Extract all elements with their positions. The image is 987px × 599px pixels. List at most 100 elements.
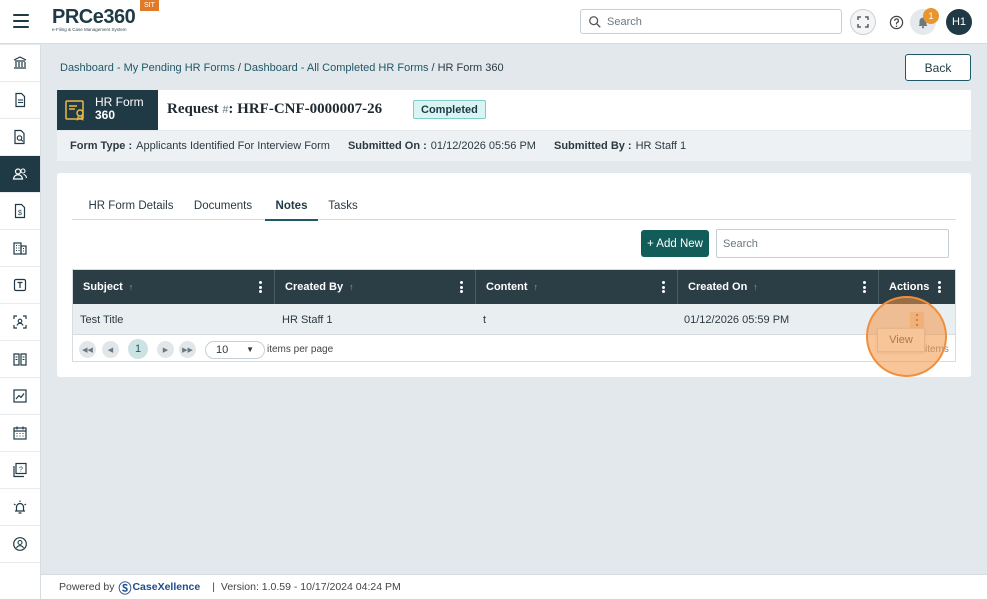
version-info: Version: 1.0.59 - 10/17/2024 04:24 PM: [220, 581, 401, 593]
request-prefix: Request: [167, 101, 219, 117]
table-row[interactable]: Test Title HR Staff 1 t 01/12/2026 05:59…: [73, 304, 955, 335]
form-type-value: Applicants Identified For Interview Form: [136, 140, 330, 152]
breadcrumb-link-pending[interactable]: Dashboard - My Pending HR Forms: [60, 62, 235, 74]
column-menu-icon[interactable]: [460, 281, 463, 293]
sort-arrow-icon: ↑: [753, 282, 758, 292]
sort-arrow-icon: ↑: [349, 282, 354, 292]
brand-name: CaseXellence: [132, 581, 201, 593]
column-title: Actions: [889, 281, 930, 293]
column-menu-icon[interactable]: [863, 281, 866, 293]
column-header-subject[interactable]: Subject ↑: [73, 270, 275, 304]
column-title: Subject: [83, 281, 123, 293]
alarm-icon: [13, 500, 27, 514]
sidebar-item-fees[interactable]: $: [0, 193, 40, 230]
notes-search: [716, 229, 949, 258]
column-menu-icon[interactable]: [662, 281, 665, 293]
tab-notes[interactable]: Notes: [265, 192, 318, 221]
sidebar-item-reports[interactable]: [0, 378, 40, 415]
submitted-by-label: Submitted By :: [553, 140, 632, 152]
caret-down-icon: ▼: [246, 345, 254, 354]
help-icon: [889, 15, 903, 29]
column-title: Created By: [285, 281, 344, 293]
search-icon: [589, 16, 601, 28]
users-icon: [12, 168, 28, 180]
add-new-note-button[interactable]: + Add New: [641, 230, 709, 257]
page-number-button[interactable]: 1: [128, 339, 148, 359]
fullscreen-icon: [857, 16, 869, 28]
breadcrumb-link-completed[interactable]: Dashboard - All Completed HR Forms: [244, 62, 429, 74]
invoice-dollar-icon: $: [14, 203, 26, 219]
sidebar-item-templates[interactable]: [0, 267, 40, 304]
menu-icon[interactable]: [13, 14, 29, 28]
row-actions-menu-icon[interactable]: [910, 312, 924, 328]
top-bar: PRCe360 e-Filing & Case Management Syste…: [0, 0, 987, 44]
column-header-actions: Actions: [879, 270, 955, 304]
chart-line-icon: [13, 389, 27, 403]
breadcrumb: Dashboard - My Pending HR Forms / Dashboar…: [60, 62, 504, 74]
global-search-input[interactable]: [607, 12, 837, 31]
submitted-on-value: 01/12/2026 05:56 PM: [430, 140, 536, 152]
logo-subtitle: e-Filing & Case Management System: [52, 27, 127, 32]
column-menu-icon[interactable]: [259, 281, 262, 293]
tab-documents[interactable]: Documents: [186, 192, 260, 220]
sidebar-item-alerts[interactable]: [0, 489, 40, 526]
grid-header: Subject ↑ Created By ↑ Content ↑ Created On…: [73, 270, 955, 304]
page-size-value: 10: [216, 344, 229, 356]
document-search-icon: [14, 129, 25, 145]
scan-user-icon: [13, 315, 27, 329]
courthouse-icon: [13, 56, 27, 69]
submitted-by-value: HR Staff 1: [635, 140, 687, 152]
sort-arrow-icon: ↑: [533, 282, 539, 292]
sidebar-item-organizations[interactable]: [0, 230, 40, 267]
last-page-button[interactable]: ▶▶: [179, 341, 196, 358]
sidebar-item-scan[interactable]: [0, 304, 40, 341]
first-page-button[interactable]: ◀◀: [79, 341, 96, 358]
cell-created-on: 01/12/2026 05:59 PM: [684, 313, 790, 326]
row-menu-view-option[interactable]: View: [877, 328, 925, 352]
column-title: Created On: [688, 281, 748, 293]
fullscreen-button[interactable]: [850, 9, 876, 35]
sidebar-item-library[interactable]: [0, 341, 40, 378]
tab-hr-form-details[interactable]: HR Form Details: [84, 192, 178, 220]
request-hash: #: [222, 102, 229, 116]
submitted-on-label: Submitted On :: [347, 140, 427, 152]
request-number: Request #: HRF-CNF-0000007-26: [167, 101, 383, 117]
certificate-icon: [65, 100, 84, 121]
status-badge: Completed: [413, 100, 486, 119]
column-header-content[interactable]: Content ↑: [476, 270, 678, 304]
tab-tasks[interactable]: Tasks: [323, 192, 363, 220]
sidebar-item-documents[interactable]: [0, 82, 40, 119]
page-size-select[interactable]: 10 ▼: [205, 341, 265, 359]
request-info-bar: Form Type : Applicants Identified For Int…: [57, 131, 971, 161]
column-menu-icon[interactable]: [938, 281, 941, 293]
footer-separator: |: [212, 581, 215, 593]
global-search: [580, 9, 842, 34]
notes-search-input[interactable]: [723, 235, 943, 252]
sidebar-item-profile[interactable]: [0, 526, 40, 563]
request-id: HRF-CNF-0000007-26: [237, 101, 383, 117]
book-icon: [13, 353, 27, 366]
request-header: HR Form 360 Request #: HRF-CNF-0000007-2…: [57, 90, 971, 130]
prev-page-button[interactable]: ◀: [102, 341, 119, 358]
help-button[interactable]: [883, 9, 909, 35]
svg-text:?: ?: [19, 467, 23, 474]
sidebar-item-hr[interactable]: [0, 156, 40, 193]
back-button[interactable]: Back: [905, 54, 971, 81]
sidebar-item-calendar[interactable]: [0, 415, 40, 452]
text-box-icon: [13, 278, 27, 292]
next-page-button[interactable]: ▶: [157, 341, 174, 358]
breadcrumb-separator: /: [431, 62, 435, 74]
sidebar-item-faq[interactable]: ?: [0, 452, 40, 489]
sidebar-item-court[interactable]: [0, 45, 40, 82]
environment-badge: SIT: [140, 0, 159, 11]
pager: ◀◀ ◀ 1 ▶ ▶▶ 10 ▼ items per page items: [73, 335, 955, 361]
brand-logo: Ⓢ CaseXellence: [118, 578, 200, 597]
sidebar-item-search-cases[interactable]: [0, 119, 40, 156]
user-avatar[interactable]: H1: [946, 9, 972, 35]
column-header-created-by[interactable]: Created By ↑: [275, 270, 476, 304]
breadcrumb-separator: /: [237, 62, 241, 74]
form-type-badge: HR Form 360: [57, 90, 158, 130]
svg-text:$: $: [18, 210, 22, 217]
column-header-created-on[interactable]: Created On ↑: [678, 270, 879, 304]
items-per-page-label: items per page: [267, 344, 334, 355]
